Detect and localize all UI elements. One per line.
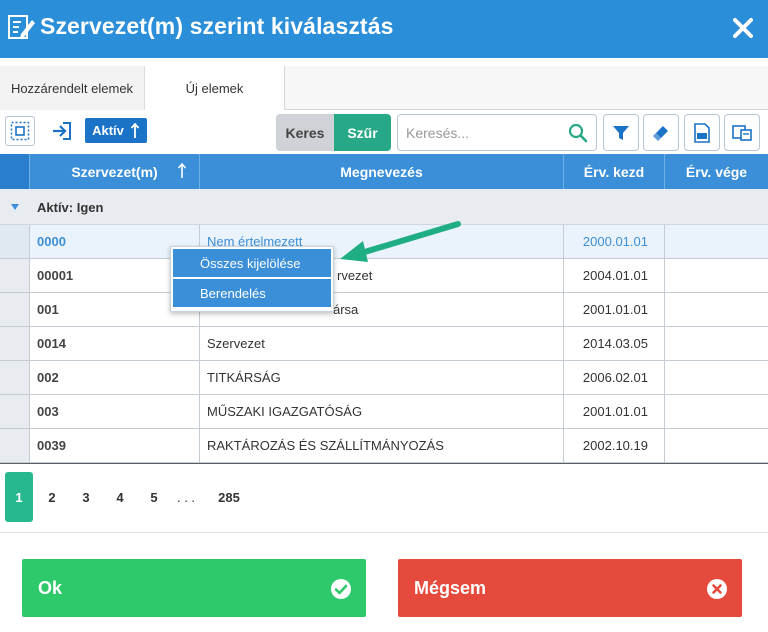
export-xls-button[interactable] <box>684 114 720 151</box>
page-3-button[interactable]: 3 <box>76 472 96 522</box>
select-all-button[interactable] <box>5 116 35 146</box>
cell-start: 2001.01.01 <box>564 293 665 326</box>
table-row[interactable]: 0039 RAKTÁROZÁS ÉS SZÁLLÍTMÁNYOZÁS 2002.… <box>0 429 768 463</box>
cell-name-text: ársa <box>333 302 359 317</box>
search-icon[interactable] <box>568 123 588 143</box>
column-header-name[interactable]: Megnevezés <box>200 154 564 189</box>
toolbar: Aktív Keres Szűr <box>0 110 768 154</box>
sign-in-icon <box>53 122 71 140</box>
search-box <box>397 114 597 151</box>
cell-end <box>665 429 768 462</box>
pagination: 1 2 3 4 5 . . . 285 <box>0 464 768 532</box>
cell-name: Szervezet <box>200 327 564 360</box>
filter-button[interactable] <box>603 114 639 151</box>
column-header-start[interactable]: Érv. kezd <box>564 154 665 189</box>
table-row[interactable]: 0000 Nem értelmezett 2000.01.01 <box>0 225 768 259</box>
select-all-icon <box>10 121 30 141</box>
table-row[interactable]: 0014 Szervezet 2014.03.05 <box>0 327 768 361</box>
column-header-code-label: Szervezet(m) <box>71 163 158 180</box>
sort-ascending-icon <box>177 163 187 178</box>
tab-bar: Hozzárendelt elemek Új elemek <box>0 66 768 111</box>
cell-code: 0039 <box>30 429 200 462</box>
cancel-button[interactable]: Mégsem <box>398 559 742 617</box>
cell-end <box>665 361 768 394</box>
cell-code: 002 <box>30 361 200 394</box>
filter-icon <box>613 125 629 140</box>
context-menu: Összes kijelölése Berendelés <box>170 246 334 312</box>
cell-start: 2001.01.01 <box>564 395 665 428</box>
cell-end <box>665 259 768 292</box>
page-2-button[interactable]: 2 <box>42 472 62 522</box>
table-row[interactable]: 002 TITKÁRSÁG 2006.02.01 <box>0 361 768 395</box>
menu-item-select-all[interactable]: Összes kijelölése <box>173 249 331 277</box>
ok-button-label: Ok <box>38 578 63 598</box>
search-input[interactable] <box>406 123 556 143</box>
ok-button[interactable]: Ok <box>22 559 366 617</box>
collapse-group-icon[interactable] <box>0 189 30 225</box>
selection-dialog: Szervezet(m) szerint kiválasztás Hozzáre… <box>0 0 768 632</box>
cell-start: 2004.01.01 <box>564 259 665 292</box>
column-header-end[interactable]: Érv. vége <box>665 154 768 189</box>
assign-button[interactable] <box>47 116 77 146</box>
table-row[interactable]: 001 ársa 2001.01.01 <box>0 293 768 327</box>
table-row[interactable]: 003 MŰSZAKI IGAZGATÓSÁG 2001.01.01 <box>0 395 768 429</box>
data-grid: Szervezet(m) Megnevezés Érv. kezd Érv. v… <box>0 154 768 464</box>
tab-assigned-items[interactable]: Hozzárendelt elemek <box>0 66 145 110</box>
cell-start: 2000.01.01 <box>564 225 665 258</box>
filter-mode-button[interactable]: Szűr <box>334 114 391 151</box>
cell-start: 2002.10.19 <box>564 429 665 462</box>
spreadsheet-icon <box>694 122 710 143</box>
close-icon[interactable] <box>728 13 758 43</box>
cell-code: 0014 <box>30 327 200 360</box>
grid-header: Szervezet(m) Megnevezés Érv. kezd Érv. v… <box>0 154 768 189</box>
page-4-button[interactable]: 4 <box>110 472 130 522</box>
cancel-button-label: Mégsem <box>414 578 487 598</box>
page-1-button[interactable]: 1 <box>5 472 33 522</box>
edit-document-icon <box>8 15 35 39</box>
cell-name: MŰSZAKI IGAZGATÓSÁG <box>200 395 564 428</box>
eraser-icon <box>653 125 668 141</box>
arrow-up-icon <box>130 122 140 138</box>
cell-name-text: rvezet <box>337 268 373 283</box>
page-5-button[interactable]: 5 <box>144 472 164 522</box>
header-toggle-cell <box>0 154 30 189</box>
times-circle-icon <box>707 579 727 599</box>
active-filter-label: Aktív <box>92 123 124 138</box>
window-columns-icon <box>732 124 752 141</box>
check-circle-icon <box>331 579 351 599</box>
cell-end <box>665 395 768 428</box>
dialog-title: Szervezet(m) szerint kiválasztás <box>40 13 394 39</box>
column-header-code[interactable]: Szervezet(m) <box>30 154 200 189</box>
cell-code: 003 <box>30 395 200 428</box>
search-mode-button[interactable]: Keres <box>276 114 334 151</box>
cell-start: 2014.03.05 <box>564 327 665 360</box>
cell-end <box>665 327 768 360</box>
mode-switch: Keres Szűr <box>276 114 391 151</box>
menu-item-assign[interactable]: Berendelés <box>173 279 331 307</box>
cell-end <box>665 225 768 258</box>
page-285-button[interactable]: 285 <box>212 472 246 522</box>
title-bar: Szervezet(m) szerint kiválasztás <box>0 0 768 58</box>
cell-name: TITKÁRSÁG <box>200 361 564 394</box>
tab-new-items[interactable]: Új elemek <box>145 66 285 111</box>
group-label: Aktív: Igen <box>37 200 104 215</box>
footer-divider <box>0 532 768 533</box>
page-ellipsis: . . . <box>176 489 196 505</box>
clear-filter-button[interactable] <box>643 114 679 151</box>
table-row[interactable]: 00001 rvezet 2004.01.01 <box>0 259 768 293</box>
cell-end <box>665 293 768 326</box>
group-row[interactable]: Aktív: Igen <box>0 189 768 225</box>
columns-button[interactable] <box>724 114 760 151</box>
cell-start: 2006.02.01 <box>564 361 665 394</box>
cell-name: RAKTÁROZÁS ÉS SZÁLLÍTMÁNYOZÁS <box>200 429 564 462</box>
active-filter-toggle[interactable]: Aktív <box>85 118 147 143</box>
